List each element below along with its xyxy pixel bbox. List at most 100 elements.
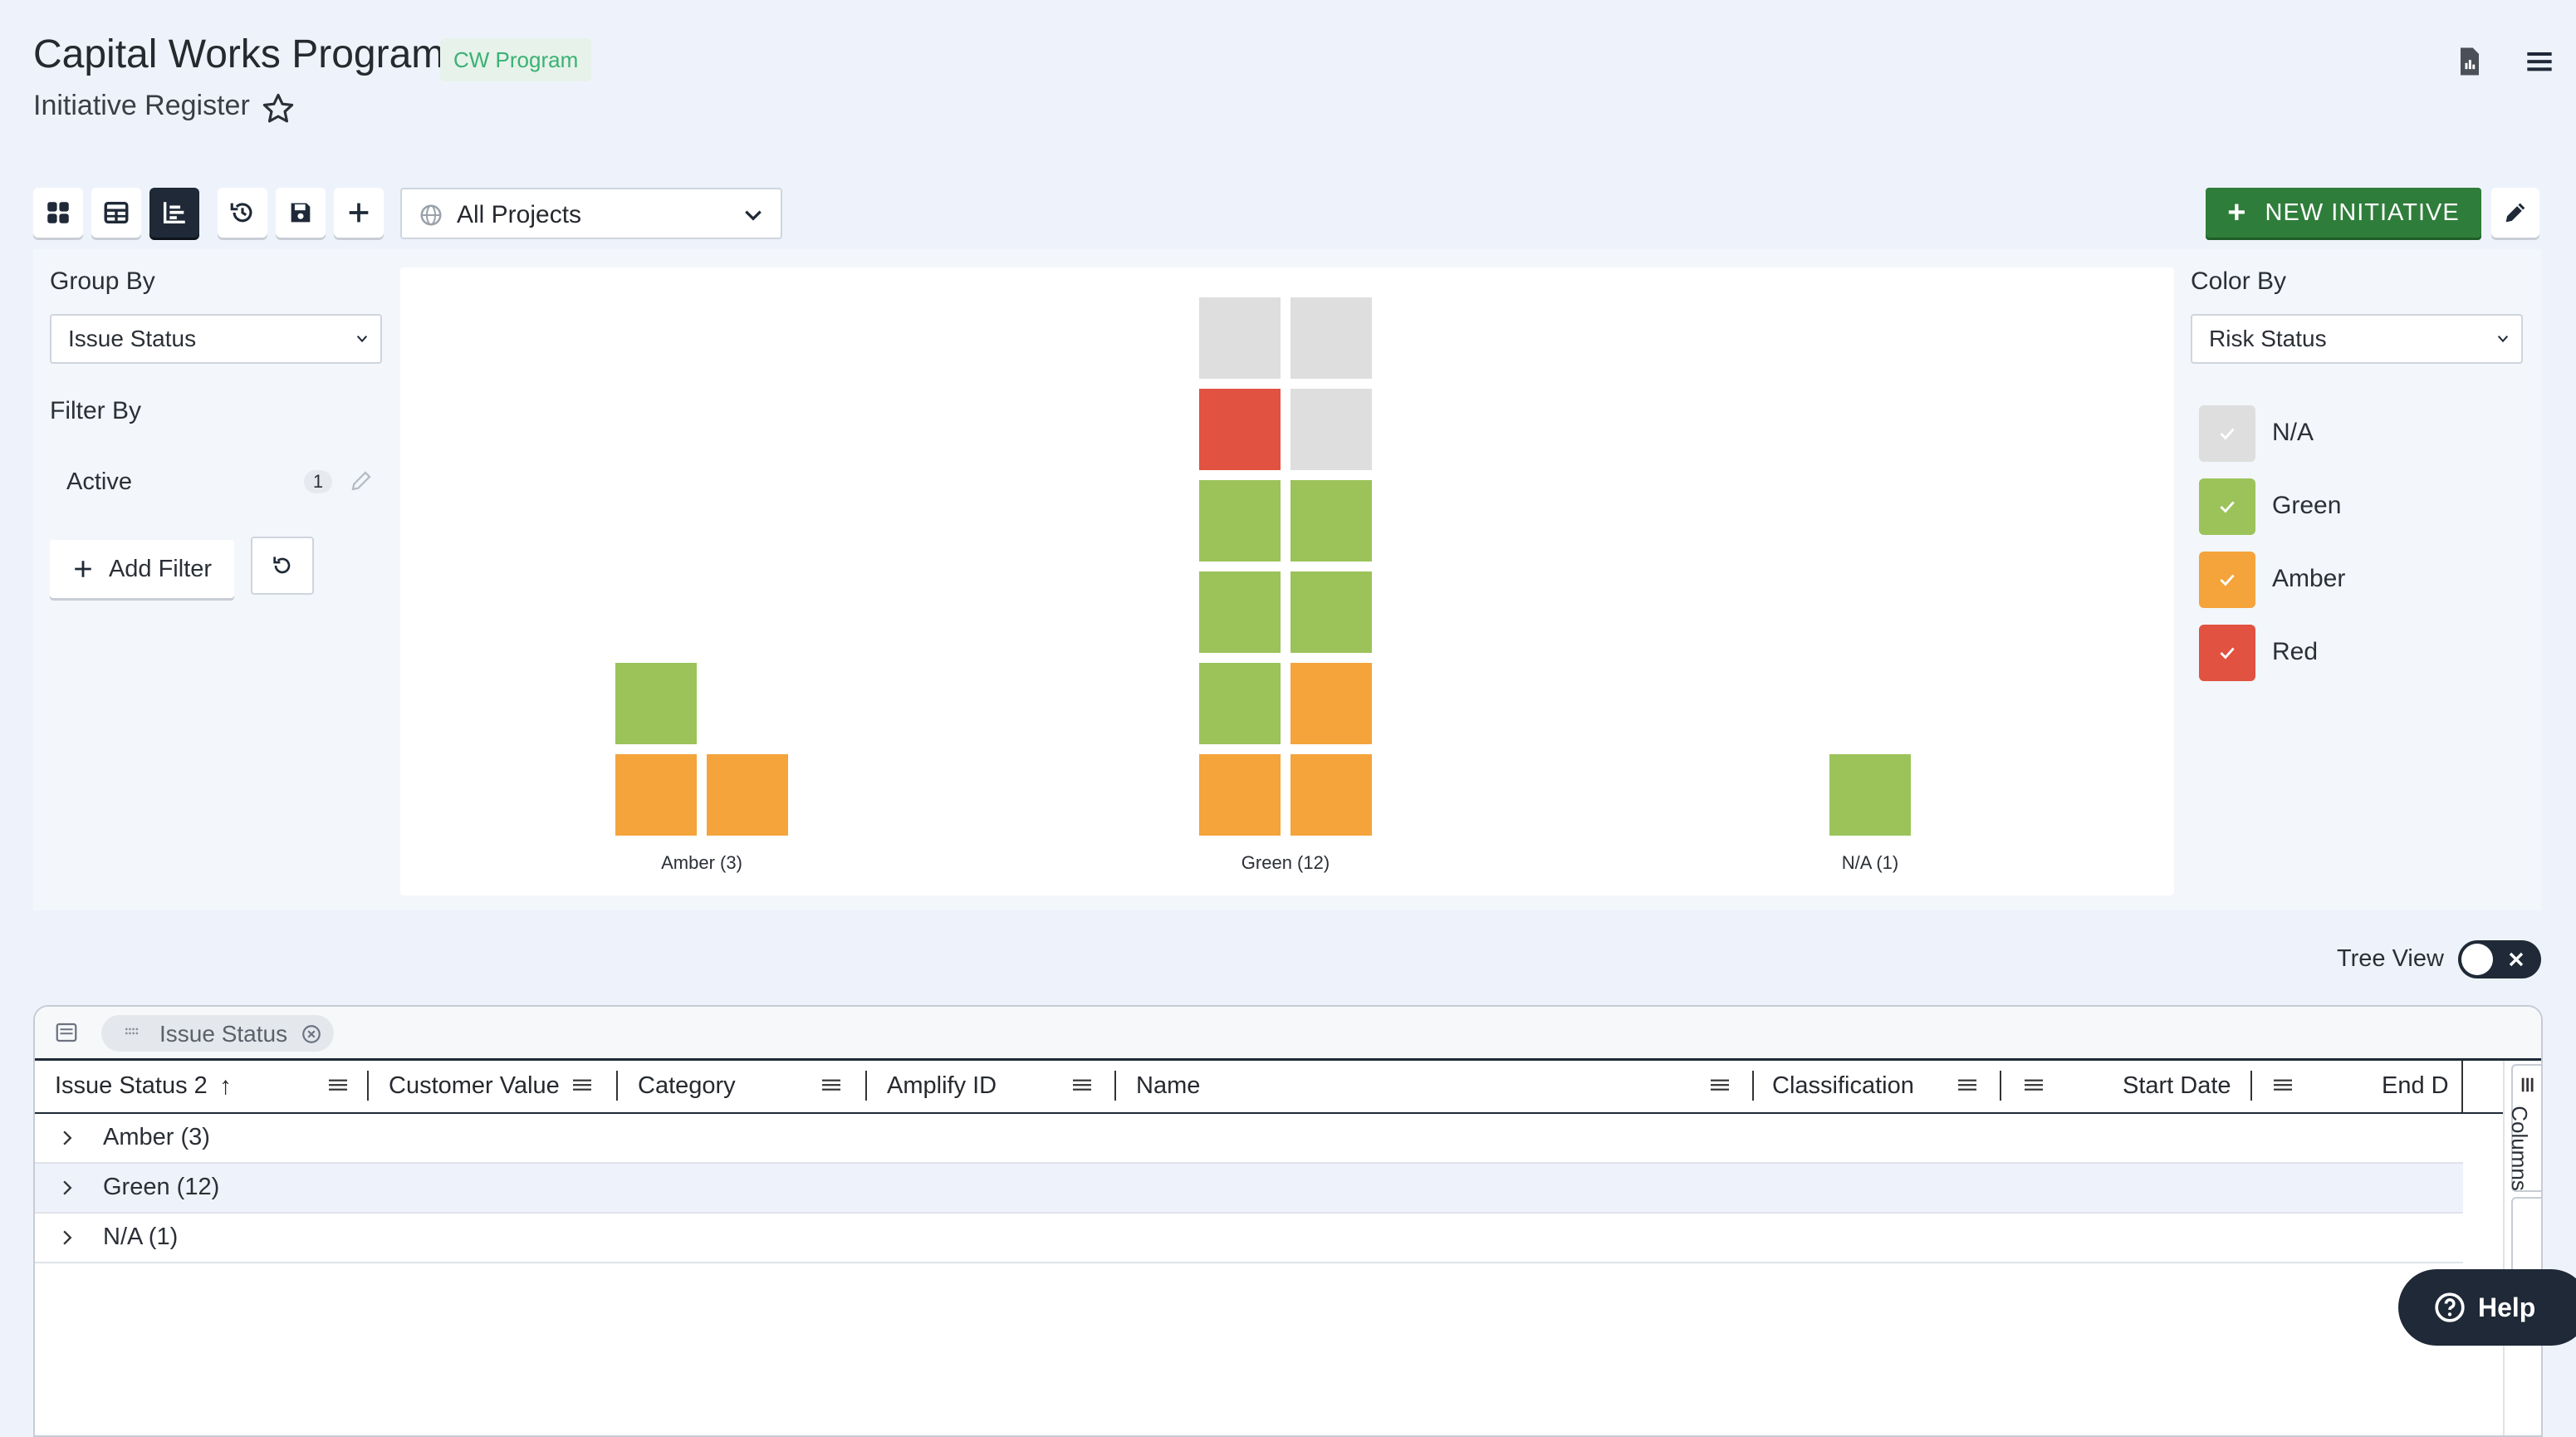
group-panel-icon [56,1023,77,1042]
column-header-name[interactable]: Name [1136,1072,1200,1100]
group-row[interactable]: Green (12) [35,1164,2463,1214]
edit-button[interactable] [2491,188,2539,238]
group-row-label: Green (12) [103,1174,220,1200]
waffle-cell[interactable] [1199,389,1281,470]
group-by-select[interactable]: Issue Status [50,314,382,364]
column-header-classification[interactable]: Classification [1772,1072,1914,1100]
waffle-cell[interactable] [615,663,697,744]
waffle-cell[interactable] [1199,663,1281,744]
reset-filter-button[interactable] [251,537,314,595]
column-menu-icon[interactable] [1711,1077,1729,1092]
page-subtitle: Initiative Register [33,90,250,121]
column-separator[interactable] [367,1071,369,1101]
group-chip[interactable]: Issue Status [101,1015,334,1052]
plus-icon: + [2227,195,2247,230]
waffle-cell[interactable] [1199,571,1281,653]
grid-icon [47,202,69,223]
group-by-label: Group By [50,267,155,295]
initiative-grid: Issue Status Issue Status 2 ↑ Customer V… [33,1005,2543,1437]
chevron-right-icon[interactable] [61,1180,73,1195]
legend-label: Red [2272,638,2319,665]
column-header-customer-value[interactable]: Customer Value [389,1072,560,1100]
column-header-category[interactable]: Category [638,1072,736,1100]
legend-swatch-red[interactable] [2199,625,2255,681]
check-icon [2220,647,2235,660]
legend-swatch-green[interactable] [2199,478,2255,535]
group-by-value: Issue Status [68,326,197,351]
column-separator[interactable] [616,1071,618,1101]
bar-chart-icon [163,202,185,224]
waffle-cell[interactable] [1290,754,1372,836]
save-button[interactable] [276,188,326,238]
project-select-value: All Projects [457,201,582,228]
waffle-cell[interactable] [615,754,697,836]
tile-view-button[interactable] [33,188,83,238]
add-button[interactable] [334,188,384,238]
column-separator[interactable] [865,1071,867,1101]
chart-view-button[interactable] [149,188,199,238]
column-separator[interactable] [1114,1071,1116,1101]
waffle-cell[interactable] [1199,480,1281,562]
help-label: Help [2478,1292,2536,1322]
remove-circle-icon[interactable] [301,1023,322,1045]
color-by-label: Color By [2191,267,2287,295]
color-by-select[interactable]: Risk Status [2191,314,2523,364]
legend-label: N/A [2272,419,2314,446]
pencil-icon[interactable] [349,468,374,493]
hamburger-menu-icon[interactable] [2521,43,2558,80]
waffle-cell[interactable] [1290,389,1372,470]
legend-swatch-amber[interactable] [2199,552,2255,608]
waffle-cell[interactable] [1290,571,1372,653]
column-menu-icon[interactable] [1958,1077,1976,1092]
column-menu-icon[interactable] [2274,1077,2292,1092]
toggle-knob [2461,944,2493,975]
chevron-right-icon[interactable] [61,1130,73,1145]
column-separator[interactable] [2250,1071,2252,1101]
program-badge: CW Program [440,38,592,81]
table-view-button[interactable] [91,188,141,238]
column-menu-icon[interactable] [1073,1077,1091,1092]
waffle-cell[interactable] [1829,754,1911,836]
column-header-end-date[interactable]: End D [2382,1072,2449,1100]
page-title: Capital Works Program [33,32,445,76]
save-icon [291,203,311,223]
chevron-down-icon [2497,336,2509,343]
waffle-cell[interactable] [1199,754,1281,836]
column-header-issue-status-2[interactable]: Issue Status 2 [55,1072,208,1100]
group-row[interactable]: Amber (3) [35,1114,2463,1164]
waffle-cell[interactable] [1199,297,1281,379]
legend-swatch-n-a[interactable] [2199,405,2255,462]
column-separator[interactable] [2000,1071,2001,1101]
new-initiative-button[interactable]: + NEW INITIATIVE [2206,188,2481,238]
add-filter-button[interactable]: Add Filter [50,540,234,598]
sort-asc-icon: ↑ [219,1072,232,1100]
columns-tool-panel-tab[interactable]: Columns [2507,1064,2541,1192]
column-header-start-date[interactable]: Start Date [2123,1072,2231,1100]
add-filter-label: Add Filter [108,555,213,582]
drag-handle-icon[interactable] [123,1025,141,1042]
column-separator[interactable] [1752,1071,1754,1101]
waffle-cell[interactable] [1290,480,1372,562]
category-label: Green (12) [1241,852,1330,873]
waffle-cell[interactable] [707,754,788,836]
history-button[interactable] [218,188,267,238]
column-header-amplify-id[interactable]: Amplify ID [887,1072,997,1100]
tree-view-toggle[interactable] [2458,940,2541,978]
filter-active[interactable]: Active [66,468,132,496]
star-icon[interactable] [261,91,296,126]
chevron-down-icon [745,210,762,221]
column-menu-icon[interactable] [329,1077,347,1092]
project-select[interactable]: All Projects [400,188,782,239]
group-row[interactable]: N/A (1) [35,1214,2463,1263]
waffle-cell[interactable] [1290,297,1372,379]
help-button[interactable]: Help [2398,1269,2576,1346]
column-menu-icon[interactable] [822,1077,840,1092]
undo-icon [273,557,291,574]
chevron-right-icon[interactable] [61,1230,73,1245]
export-document-icon[interactable] [2451,43,2488,80]
group-panel: Issue Status [35,1007,2541,1061]
column-menu-icon[interactable] [573,1077,591,1092]
pencil-icon [2505,203,2525,223]
waffle-cell[interactable] [1290,663,1372,744]
column-menu-icon[interactable] [2025,1077,2043,1092]
